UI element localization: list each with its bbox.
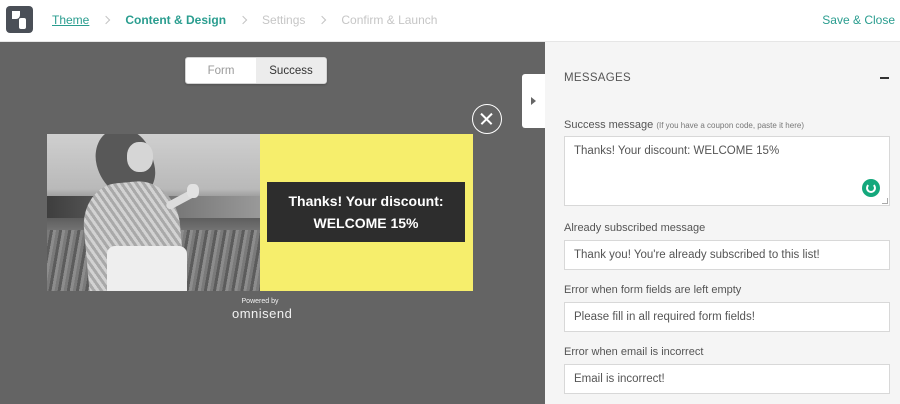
already-subscribed-input[interactable]: Thank you! You're already subscribed to … xyxy=(564,240,890,270)
popup-photo xyxy=(47,134,260,291)
chevron-right-icon xyxy=(318,15,327,25)
popup-yellow-panel: Thanks! Your discount: WELCOME 15% xyxy=(260,134,473,291)
already-subscribed-label: Already subscribed message xyxy=(564,222,706,234)
success-message-value: Thanks! Your discount: WELCOME 15% xyxy=(574,145,780,157)
top-bar: Theme Content & Design Settings Confirm … xyxy=(0,0,900,42)
empty-fields-error-label: Error when form fields are left empty xyxy=(564,284,742,296)
photo-face xyxy=(127,142,153,172)
powered-by-label: Powered by xyxy=(241,298,279,305)
step-content-design[interactable]: Content & Design xyxy=(125,13,226,27)
success-message-label: Success message (If you have a coupon co… xyxy=(564,119,804,131)
panel-collapse-arrow-icon[interactable] xyxy=(522,74,545,128)
email-error-input[interactable]: Email is incorrect! xyxy=(564,364,890,394)
email-error-value: Email is incorrect! xyxy=(574,373,665,385)
omnisend-logo-icon[interactable] xyxy=(6,6,33,33)
email-error-label: Error when email is incorrect xyxy=(564,346,704,358)
photo-hand xyxy=(187,184,199,198)
close-popup-icon[interactable] xyxy=(472,104,502,134)
success-label-hint: (If you have a coupon code, paste it her… xyxy=(656,121,804,130)
step-confirm-launch[interactable]: Confirm & Launch xyxy=(341,13,437,27)
powered-by-badge: Powered by omnisend xyxy=(232,297,293,321)
tab-success[interactable]: Success xyxy=(256,58,326,83)
omnisend-brand: omnisend xyxy=(232,306,293,321)
save-close-button[interactable]: Save & Close xyxy=(822,13,895,27)
messages-section-title: MESSAGES xyxy=(564,72,631,84)
step-theme[interactable]: Theme xyxy=(52,13,89,27)
step-settings[interactable]: Settings xyxy=(262,13,305,27)
logo-mark-bottom xyxy=(19,18,26,29)
chevron-right-icon xyxy=(102,15,111,25)
form-success-toggle: Form Success xyxy=(185,57,327,84)
empty-fields-error-input[interactable]: Please fill in all required form fields! xyxy=(564,302,890,332)
resize-handle-icon[interactable] xyxy=(882,198,888,204)
success-message-textarea[interactable]: Thanks! Your discount: WELCOME 15% xyxy=(564,136,890,206)
minus-icon[interactable] xyxy=(880,77,889,79)
breadcrumb: Theme Content & Design Settings Confirm … xyxy=(52,0,437,40)
grammarly-icon[interactable] xyxy=(862,179,880,197)
success-message-display: Thanks! Your discount: WELCOME 15% xyxy=(267,182,465,242)
photo-skirt xyxy=(107,246,187,291)
empty-fields-error-value: Please fill in all required form fields! xyxy=(574,311,755,323)
chevron-right-icon xyxy=(238,15,248,25)
popup-preview: Thanks! Your discount: WELCOME 15% xyxy=(47,134,473,291)
already-subscribed-value: Thank you! You're already subscribed to … xyxy=(574,249,820,261)
tab-form[interactable]: Form xyxy=(186,58,256,83)
success-label-text: Success message xyxy=(564,119,654,131)
settings-panel: MESSAGES Success message (If you have a … xyxy=(545,42,900,404)
